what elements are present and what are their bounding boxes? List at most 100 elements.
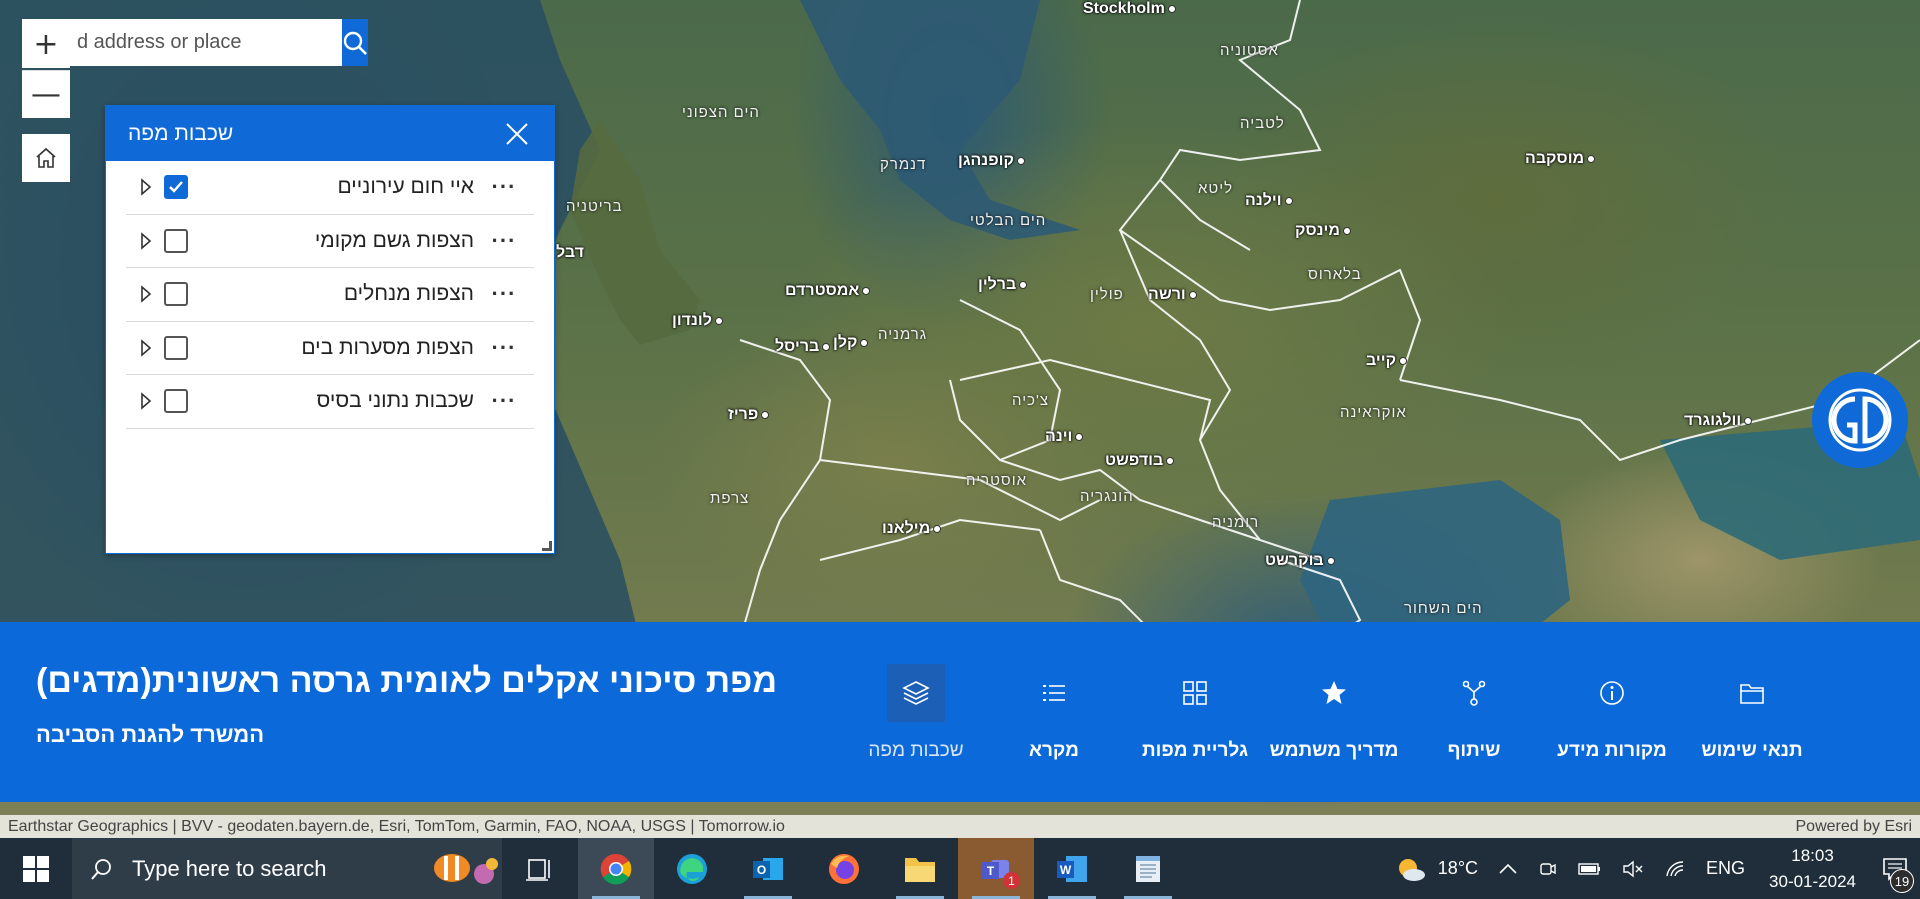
region-czechia: צ'כיה bbox=[1012, 392, 1050, 409]
city-minsk: מינסק bbox=[1295, 222, 1351, 240]
city-brussels: בריסל bbox=[775, 338, 831, 356]
taskbar-firefox[interactable] bbox=[806, 838, 882, 899]
network-indicator[interactable] bbox=[1654, 859, 1696, 879]
agency-logo[interactable] bbox=[1812, 372, 1908, 468]
layer-visibility-checkbox[interactable] bbox=[164, 228, 188, 253]
region-romania: רומניה bbox=[1212, 514, 1260, 531]
taskbar-search[interactable]: Type here to search bbox=[72, 838, 502, 899]
edge-icon bbox=[677, 853, 707, 884]
expand-caret-icon[interactable] bbox=[136, 229, 156, 253]
weather-widget[interactable]: 18°C bbox=[1384, 854, 1488, 884]
city-stockholm: Stockholm bbox=[1083, 0, 1176, 18]
app-bar: מפת סיכוני אקלים לאומית גרסה ראשונית(מדג… bbox=[0, 622, 1920, 802]
layer-row[interactable]: הצפות גשם מקומי ··· bbox=[126, 215, 534, 268]
share-icon bbox=[1462, 680, 1486, 706]
tool-legend[interactable]: מקרא bbox=[984, 664, 1124, 762]
layers-icon bbox=[902, 681, 930, 705]
taskbar-file-explorer[interactable] bbox=[882, 838, 958, 899]
region-lithuania: ליטא bbox=[1198, 180, 1234, 197]
start-button[interactable] bbox=[0, 838, 72, 899]
city-dublin: דבל bbox=[556, 244, 584, 261]
app-subtitle: המשרד להגנת הסביבה bbox=[36, 722, 265, 747]
expand-caret-icon[interactable] bbox=[136, 336, 156, 360]
city-vilnius: וילנה bbox=[1245, 192, 1293, 210]
zoom-in-button[interactable]: + bbox=[22, 20, 70, 68]
resize-handle[interactable] bbox=[542, 541, 552, 551]
layer-visibility-checkbox[interactable] bbox=[164, 335, 188, 360]
layer-visibility-checkbox[interactable] bbox=[164, 282, 188, 307]
more-options-button[interactable]: ··· bbox=[484, 174, 524, 200]
tool-share[interactable]: שיתוף bbox=[1404, 664, 1544, 762]
clock-date: 30-01-2024 bbox=[1769, 871, 1856, 891]
svg-text:W: W bbox=[1060, 863, 1072, 877]
layer-row[interactable]: הצפות מסערות בים ··· bbox=[126, 322, 534, 375]
search-highlight-icon bbox=[434, 854, 498, 884]
attribution-text[interactable]: Earthstar Geographics | BVV - geodaten.b… bbox=[8, 818, 785, 836]
layer-row[interactable]: איי חום עירוניים ··· bbox=[126, 161, 534, 215]
region-austria: אוסטריה bbox=[966, 472, 1028, 489]
expand-caret-icon[interactable] bbox=[136, 282, 156, 306]
tool-data-sources[interactable]: מקורות מידע bbox=[1542, 664, 1682, 762]
layer-visibility-checkbox[interactable] bbox=[164, 175, 188, 200]
expand-caret-icon[interactable] bbox=[136, 175, 156, 199]
tool-user-guide[interactable]: מדריך משתמש bbox=[1264, 664, 1404, 762]
layers-panel-header: שכבות מפה bbox=[106, 106, 554, 161]
show-hidden-icons[interactable] bbox=[1488, 862, 1528, 876]
region-estonia: אסטוניה bbox=[1220, 42, 1279, 59]
tool-terms-of-use[interactable]: תנאי שימוש bbox=[1682, 664, 1822, 762]
windows-taskbar: Type here to search O T 1 W 18°C ENG 18:… bbox=[0, 838, 1920, 899]
city-warsaw: ורשה bbox=[1148, 286, 1197, 304]
taskbar-chrome[interactable] bbox=[578, 838, 654, 899]
task-view-button[interactable] bbox=[502, 838, 578, 899]
layer-row[interactable]: שכבות נתוני בסיס ··· bbox=[126, 375, 534, 429]
folder-icon bbox=[1740, 684, 1764, 704]
region-germany: גרמניה bbox=[878, 326, 928, 343]
layer-row[interactable]: הצפות מנחלים ··· bbox=[126, 268, 534, 322]
more-options-button[interactable]: ··· bbox=[484, 281, 524, 307]
info-icon bbox=[1600, 681, 1624, 705]
taskbar-edge[interactable] bbox=[654, 838, 730, 899]
layer-visibility-checkbox[interactable] bbox=[164, 389, 188, 414]
taskbar-search-placeholder: Type here to search bbox=[132, 855, 327, 881]
system-tray: 18°C ENG 18:03 30-01-2024 19 bbox=[1384, 838, 1920, 899]
taskbar-notepad[interactable] bbox=[1110, 838, 1186, 899]
battery-indicator[interactable] bbox=[1568, 861, 1612, 877]
more-options-button[interactable]: ··· bbox=[484, 335, 524, 361]
taskbar-outlook[interactable]: O bbox=[730, 838, 806, 899]
city-moscow: מוסקבה bbox=[1525, 150, 1596, 168]
gallery-icon bbox=[1183, 681, 1207, 705]
search-icon bbox=[343, 31, 367, 55]
powered-by-esri[interactable]: Powered by Esri bbox=[1796, 818, 1913, 836]
volume-control[interactable] bbox=[1612, 859, 1654, 879]
city-paris: פריז bbox=[728, 406, 770, 424]
camera-icon bbox=[1540, 862, 1556, 875]
taskbar-teams[interactable]: T 1 bbox=[958, 838, 1034, 899]
region-north-sea: הים הצפוני bbox=[682, 104, 760, 121]
clock[interactable]: 18:03 30-01-2024 bbox=[1755, 843, 1870, 895]
region-britain: בריטניה bbox=[566, 198, 623, 215]
notification-center[interactable]: 19 bbox=[1870, 838, 1920, 899]
city-amsterdam: אמסטרדם bbox=[785, 282, 871, 300]
more-options-button[interactable]: ··· bbox=[484, 388, 524, 414]
expand-caret-icon[interactable] bbox=[136, 389, 156, 413]
chrome-icon bbox=[600, 853, 632, 885]
home-button[interactable] bbox=[22, 134, 70, 182]
tool-gallery[interactable]: גלריית מפות bbox=[1125, 664, 1265, 762]
input-language[interactable]: ENG bbox=[1696, 858, 1755, 879]
battery-icon bbox=[1578, 862, 1601, 875]
windows-icon bbox=[23, 855, 49, 882]
layer-label: שכבות נתוני בסיס bbox=[316, 389, 474, 413]
search-input[interactable] bbox=[22, 19, 342, 66]
tool-layers[interactable]: שכבות מפה bbox=[846, 664, 986, 762]
region-black-sea: הים השחור bbox=[1404, 600, 1483, 617]
more-options-button[interactable]: ··· bbox=[484, 228, 524, 254]
city-copenhagen: קופנהגן bbox=[958, 152, 1025, 170]
zoom-out-button[interactable]: — bbox=[22, 70, 70, 118]
search-button[interactable] bbox=[342, 19, 368, 66]
city-milan: מילאנו bbox=[882, 520, 942, 538]
region-belarus: בלארוס bbox=[1308, 266, 1362, 283]
region-hungary: הונגריה bbox=[1080, 488, 1134, 505]
meet-now-button[interactable] bbox=[1528, 859, 1568, 879]
close-button[interactable] bbox=[502, 119, 532, 149]
taskbar-word[interactable]: W bbox=[1034, 838, 1110, 899]
